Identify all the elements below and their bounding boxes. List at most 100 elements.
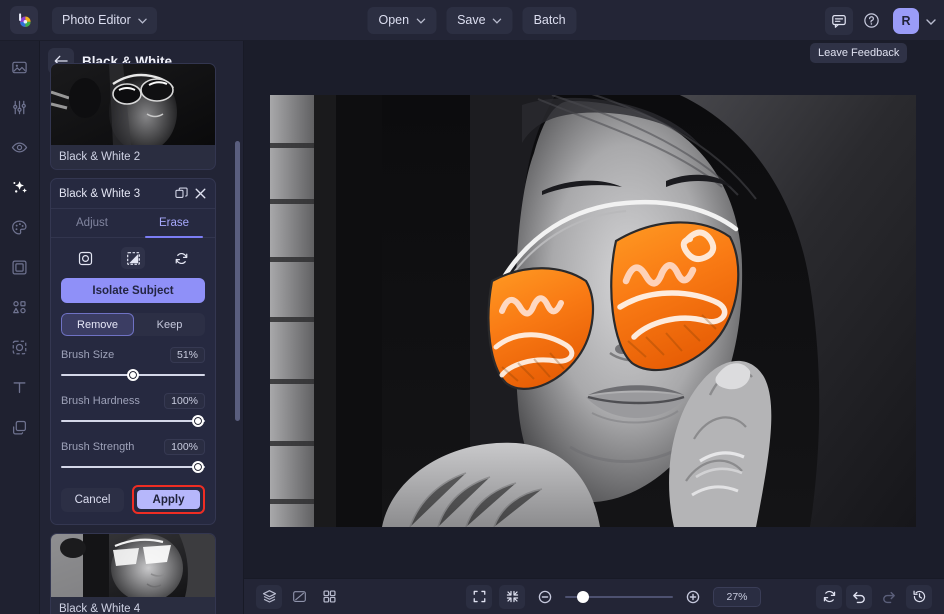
effect-edit-card: Black & White 3 Adjust Erase Isolate Sub… [50,178,216,525]
rail-item-frame[interactable] [6,253,34,281]
app-mode-menu[interactable]: Photo Editor [52,6,157,34]
preset-thumbnail [51,64,215,145]
apply-button[interactable]: Apply [137,490,200,509]
rail-item-shapes[interactable] [6,293,34,321]
mode-remove-label: Remove [77,318,118,331]
brush-strength-value: 100% [164,439,205,455]
brush-hardness-slider[interactable] [61,414,205,428]
rail-item-color[interactable] [6,213,34,241]
zoom-controls: 27% [466,584,761,609]
tab-adjust[interactable]: Adjust [51,209,133,237]
reset-rotate-icon[interactable] [816,584,842,609]
avatar[interactable]: R [893,7,919,34]
compare-split-icon[interactable] [286,585,312,609]
rail-item-adjust[interactable] [6,93,34,121]
list-item[interactable]: Black & White 4 [50,533,216,614]
undo-icon[interactable] [846,584,872,609]
duplicate-icon[interactable] [175,187,188,200]
zoom-out-icon[interactable] [532,585,558,609]
edited-photo[interactable] [270,95,916,527]
zoom-in-icon[interactable] [680,585,706,609]
isolate-subject-button[interactable]: Isolate Subject [61,278,205,303]
brush-mode-toggle[interactable]: Remove Keep [61,313,205,336]
cancel-button[interactable]: Cancel [61,487,124,512]
brush-size-value: 51% [169,347,205,363]
rail-item-image[interactable] [6,53,34,81]
top-bar: Photo Editor Open Save Batch R [0,0,944,41]
brush-size-label: Brush Size [61,349,115,361]
batch-label: Batch [533,13,566,27]
chevron-down-icon [416,13,425,27]
canvas-area[interactable] [244,41,944,578]
brush-strength-slider[interactable] [61,460,205,474]
batch-button[interactable]: Batch [522,6,577,34]
question-circle-icon[interactable] [857,7,885,35]
avatar-initial: R [901,13,911,28]
fit-to-screen-icon[interactable] [466,584,492,609]
save-label: Save [457,13,486,27]
brush-size-row: Brush Size 51% [61,347,205,382]
feedback-tooltip: Leave Feedback [810,43,908,63]
save-button[interactable]: Save [446,6,513,34]
rail-item-layers[interactable] [6,413,34,441]
rail-item-text[interactable] [6,373,34,401]
top-bar-right-group: R [825,0,936,41]
account-chevron-down-icon[interactable] [926,12,936,30]
preset-label: Black & White 4 [59,603,141,614]
preset-label: Black & White 2 [59,151,141,163]
list-item[interactable]: Black & White 2 [50,63,216,170]
preset-list[interactable]: Black & White 2 Black & White 3 Adjust E… [40,63,243,614]
brush-strength-label: Brush Strength [61,441,135,453]
mode-keep-label: Keep [156,318,183,331]
bottom-right-tools [816,584,932,609]
panel-scrollbar[interactable] [235,141,240,421]
rail-item-retouch[interactable] [6,133,34,161]
cancel-label: Cancel [74,493,111,506]
zoom-slider-knob[interactable] [577,590,589,603]
erase-controls: Isolate Subject Remove Keep Brush Size 5… [51,276,215,524]
slider-knob[interactable] [192,461,204,473]
mode-keep-option[interactable]: Keep [134,313,205,336]
preset-thumbnail [51,534,215,597]
slider-knob[interactable] [127,369,140,381]
reset-mask-icon[interactable] [169,247,193,269]
effects-panel: Black & White Black & White 2 Black & Wh… [40,41,244,614]
isolate-subject-label: Isolate Subject [92,284,174,297]
tool-rail [0,41,40,614]
app-mode-label: Photo Editor [62,13,131,27]
layers-stack-icon[interactable] [256,584,282,609]
mode-remove-option[interactable]: Remove [61,313,134,336]
tab-adjust-label: Adjust [76,217,108,229]
redo-icon[interactable] [876,585,902,609]
rail-item-overlay[interactable] [6,333,34,361]
brush-hardness-label: Brush Hardness [61,395,140,407]
tab-erase[interactable]: Erase [133,209,215,238]
zoom-level-value[interactable]: 27% [713,586,761,607]
collapse-fullscreen-icon[interactable] [499,584,525,609]
brush-size-slider[interactable] [61,368,205,382]
history-icon[interactable] [906,584,932,609]
apply-button-highlight: Apply [132,485,205,514]
colorwheel-logo-icon[interactable] [10,6,38,34]
close-x-icon[interactable] [194,187,207,200]
slider-knob[interactable] [192,415,204,427]
chat-bubble-icon[interactable] [825,6,853,35]
zoom-slider[interactable] [565,590,673,604]
brush-hardness-value: 100% [164,393,205,409]
open-label: Open [378,13,410,27]
tab-erase-label: Erase [158,217,190,229]
invert-mask-icon[interactable] [121,247,145,269]
photo-editor-window: Photo Editor Open Save Batch R Leave Fee… [0,0,944,614]
slider-track [61,420,205,422]
file-actions-group: Open Save Batch [367,6,577,34]
mask-tool-row [51,238,215,276]
rail-item-effects[interactable] [6,173,34,201]
brush-strength-row: Brush Strength 100% [61,439,205,474]
card-action-row: Cancel Apply [61,485,205,514]
mask-view-icon[interactable] [73,247,97,269]
bottom-toolbar: 27% [244,578,944,614]
chevron-down-icon [138,13,147,27]
effect-card-header: Black & White 3 [51,179,215,209]
grid-view-icon[interactable] [316,585,342,609]
open-button[interactable]: Open [367,6,437,34]
